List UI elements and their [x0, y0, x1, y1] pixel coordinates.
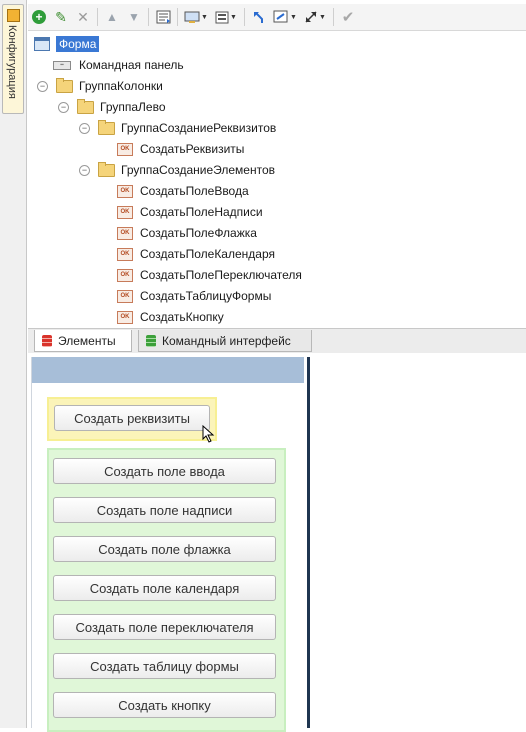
tree-item-label: СоздатьПолеФлажка [140, 226, 257, 240]
tree-item-button[interactable]: OK СоздатьКнопку [117, 307, 224, 327]
check-icon[interactable]: ✔ [338, 7, 358, 27]
tree-item-label: ГруппаЛево [100, 100, 166, 114]
button-icon: OK [117, 184, 133, 198]
tree-item-label: ГруппаКолонки [79, 79, 163, 93]
elements-icon [42, 334, 52, 347]
form-preview: Создать реквизиты Создать поле ввода Соз… [28, 354, 526, 732]
tree-item-button[interactable]: OK СоздатьПолеНадписи [117, 202, 263, 222]
tree-item-group-columns[interactable]: − ГруппаКолонки [37, 76, 163, 96]
tree-item-label: СоздатьПолеНадписи [140, 205, 263, 219]
group-create-elements: Создать поле ввода Создать поле надписи … [47, 448, 286, 732]
tab-elements[interactable]: Элементы [34, 330, 132, 352]
button-icon: OK [117, 310, 133, 324]
folder-icon [56, 77, 73, 93]
button-icon: OK [117, 247, 133, 261]
form-body: Создать реквизиты Создать поле ввода Соз… [32, 383, 304, 732]
move-down-icon[interactable]: ▼ [124, 7, 144, 27]
list-mode-icon[interactable]: ▼ [212, 7, 240, 27]
tree-item-label: Командная панель [79, 58, 184, 72]
tree-item-button[interactable]: OK СоздатьРеквизиты [117, 139, 244, 159]
button-icon: OK [117, 226, 133, 240]
add-icon[interactable]: + [29, 7, 49, 27]
tree-item-group-left[interactable]: − ГруппаЛево [58, 97, 166, 117]
form-elements-tree: Форма ▪▪ Командная панель − ГруппаКолонк… [28, 33, 526, 324]
configuration-tab[interactable]: Конфигурация [2, 4, 24, 114]
view-mode-icon[interactable]: ▼ [182, 7, 210, 27]
create-label-field-button[interactable]: Создать поле надписи [53, 497, 276, 523]
expand-icon[interactable]: ▼ [301, 7, 329, 27]
tab-label: Командный интерфейс [162, 333, 291, 348]
form-header [32, 357, 304, 383]
tree-item-command-panel[interactable]: ▪▪ Командная панель [53, 55, 184, 75]
command-interface-icon [146, 334, 156, 347]
undo-icon[interactable] [249, 7, 269, 27]
tree-item-label: СоздатьПолеКалендаря [140, 247, 275, 261]
configuration-icon [7, 9, 20, 22]
toolbar-separator [148, 8, 149, 26]
tree-item-group-create-req[interactable]: − ГруппаСозданиеРеквизитов [79, 118, 276, 138]
button-icon: OK [117, 268, 133, 282]
configuration-tab-label: Конфигурация [6, 25, 18, 99]
tab-command-interface[interactable]: Командный интерфейс [138, 330, 312, 352]
collapse-icon[interactable]: − [79, 164, 90, 176]
folder-icon [98, 119, 115, 135]
collapse-icon[interactable]: − [79, 122, 90, 134]
form-icon [34, 37, 50, 51]
delete-icon[interactable]: ✕ [73, 7, 93, 27]
form-layout-icon[interactable] [153, 7, 173, 27]
tree-item-label: СоздатьПолеВвода [140, 184, 249, 198]
tree-item-button[interactable]: OK СоздатьТаблицуФормы [117, 286, 271, 306]
view-settings-icon[interactable]: ▼ [271, 7, 299, 27]
toolbar: + ✎ ✕ ▲ ▼ ▼ ▼ ▼ ▼ ✔ [28, 4, 526, 31]
tree-item-button[interactable]: OK СоздатьПолеФлажка [117, 223, 257, 243]
command-panel-icon: ▪▪ [53, 60, 71, 70]
toolbar-separator [244, 8, 245, 26]
create-req-button[interactable]: Создать реквизиты [54, 405, 210, 431]
tree-item-group-create-elements[interactable]: − ГруппаСозданиеЭлементов [79, 160, 275, 180]
edit-icon[interactable]: ✎ [51, 7, 71, 27]
create-radio-field-button[interactable]: Создать поле переключателя [53, 614, 276, 640]
collapse-icon[interactable]: − [58, 101, 69, 113]
tree-item-button[interactable]: OK СоздатьПолеПереключателя [117, 265, 302, 285]
tree-item-label: ГруппаСозданиеРеквизитов [121, 121, 277, 135]
toolbar-separator [333, 8, 334, 26]
create-form-table-button[interactable]: Создать таблицу формы [53, 653, 276, 679]
tree-item-label: СоздатьТаблицуФормы [140, 289, 272, 303]
create-button-button[interactable]: Создать кнопку [53, 692, 276, 718]
tree-item-button[interactable]: OK СоздатьПолеВвода [117, 181, 249, 201]
folder-icon [98, 161, 115, 177]
tree-item-label: Форма [56, 36, 100, 52]
tab-label: Элементы [58, 333, 116, 348]
bottom-tabs: Элементы Командный интерфейс [28, 328, 526, 353]
mouse-cursor-icon [202, 424, 216, 446]
collapse-icon[interactable]: − [37, 80, 48, 92]
tree-item-button[interactable]: OK СоздатьПолеКалендаря [117, 244, 275, 264]
tree-item-label: ГруппаСозданиеЭлементов [121, 163, 276, 177]
form-window: Создать реквизиты Создать поле ввода Соз… [31, 357, 310, 732]
button-icon: OK [117, 142, 133, 156]
toolbar-separator [97, 8, 98, 26]
tree-item-label: СоздатьПолеПереключателя [140, 268, 302, 282]
folder-icon [77, 98, 94, 114]
tree-item-form[interactable]: Форма [34, 34, 100, 54]
tree-item-label: СоздатьРеквизиты [140, 142, 245, 156]
side-panel: Конфигурация [0, 0, 27, 728]
toolbar-separator [177, 8, 178, 26]
create-input-field-button[interactable]: Создать поле ввода [53, 458, 276, 484]
move-up-icon[interactable]: ▲ [102, 7, 122, 27]
button-icon: OK [117, 205, 133, 219]
group-create-req: Создать реквизиты [47, 397, 217, 441]
button-icon: OK [117, 289, 133, 303]
create-calendar-field-button[interactable]: Создать поле календаря [53, 575, 276, 601]
create-checkbox-field-button[interactable]: Создать поле флажка [53, 536, 276, 562]
tree-item-label: СоздатьКнопку [140, 310, 224, 324]
